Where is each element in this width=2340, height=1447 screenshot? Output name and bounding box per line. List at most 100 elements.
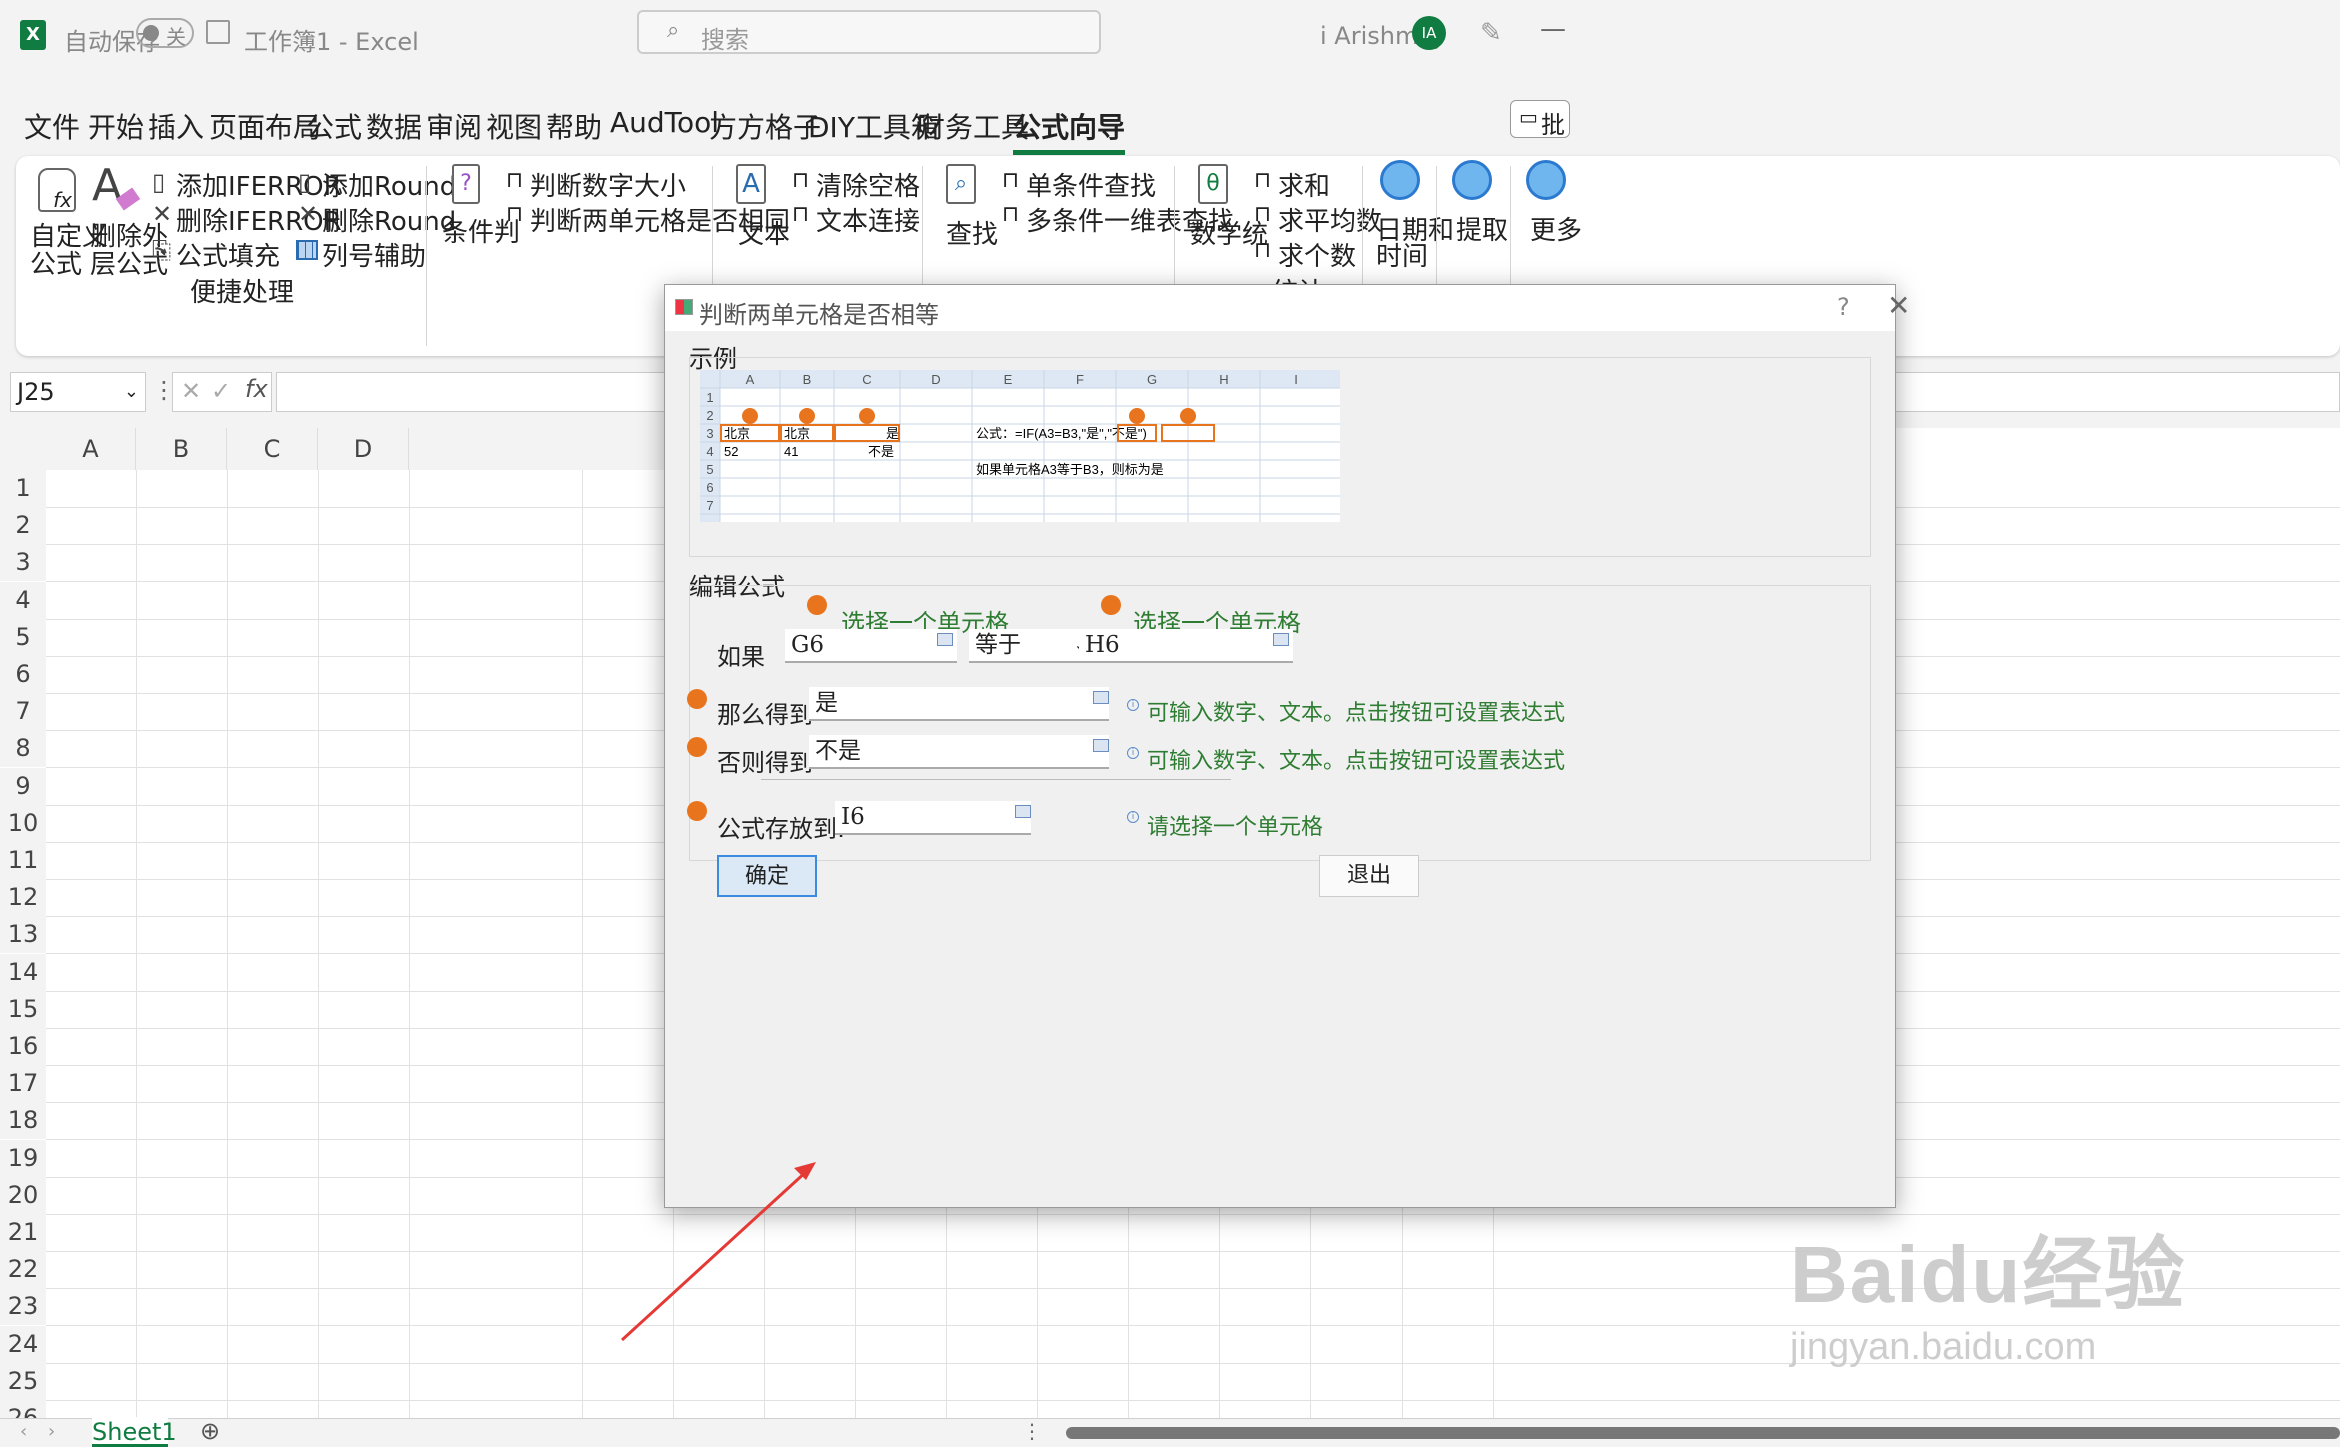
text-button[interactable]: 文本 [738,214,790,251]
compare-number-button[interactable]: 判断数字大小 [530,166,686,203]
pen-icon[interactable]: ✎ [1480,18,1502,48]
svg-text:1: 1 [706,390,713,405]
column-helper-button[interactable]: 列号辅助 [322,236,426,273]
cell2-field[interactable]: H6 [1079,629,1293,663]
cancel-icon[interactable]: ✕ [181,377,201,405]
scroll-left-icon[interactable]: ‹ [20,1421,27,1442]
row-header[interactable]: 19 [0,1139,46,1177]
help-button[interactable]: ? [1837,293,1850,321]
extract-button[interactable]: 提取 [1456,210,1508,247]
else-field[interactable]: 不是 [809,735,1109,769]
column-header-c[interactable]: C [227,428,318,470]
condition-icon: ? [452,164,480,204]
cell1-field[interactable]: G6 [785,629,957,663]
search-box[interactable]: ⌕ 搜索 [637,10,1101,54]
fill-formula-button[interactable]: 公式填充 [176,236,280,273]
then-field[interactable]: 是 [809,687,1109,721]
row-header[interactable]: 25 [0,1362,46,1400]
tab-view[interactable]: 视图 [486,106,542,146]
row-header[interactable]: 13 [0,916,46,954]
tab-formula-wizard[interactable]: 公式向导 [1013,106,1126,155]
row-header[interactable]: 7 [0,693,46,731]
row-header[interactable]: 18 [0,1102,46,1140]
count-button[interactable]: 求个数 [1278,236,1356,273]
ex-col: C [862,372,871,387]
name-box[interactable]: J25 ⌄ [10,372,146,412]
custom-formula-button-line2[interactable]: 公式 [30,244,82,281]
row-header[interactable]: 16 [0,1028,46,1065]
column-header-b[interactable]: B [136,428,227,470]
scroll-right-icon[interactable]: › [48,1421,55,1442]
row-header[interactable]: 22 [0,1251,46,1289]
minimize-icon[interactable]: — [1540,14,1566,44]
tab-formulas[interactable]: 公式 [306,106,362,146]
single-lookup-button[interactable]: 单条件查找 [1026,166,1156,203]
more-button[interactable]: 更多 [1530,210,1582,247]
date-time-button-line2[interactable]: 时间 [1376,236,1428,273]
tab-home[interactable]: 开始 [88,106,144,146]
ex-c4: 不是 [868,444,894,459]
cell-picker-icon[interactable] [1273,633,1289,646]
save-icon[interactable] [206,20,230,44]
sheet-tab[interactable]: Sheet1 [92,1417,177,1447]
row-header[interactable]: 11 [0,842,46,879]
add-round-button[interactable]: 添加Round [322,166,456,203]
tab-page-layout[interactable]: 页面布局 [209,106,321,146]
row-header[interactable]: 10 [0,804,46,842]
tab-help[interactable]: 帮助 [546,106,602,146]
row-header[interactable]: 4 [0,581,46,619]
row-header[interactable]: 15 [0,990,46,1028]
else-label: 否则得到 [717,749,813,777]
add-iferror-button[interactable]: 添加IFERROR [176,166,342,203]
row-header[interactable]: 20 [0,1176,46,1214]
find-icon: ⌕ [946,164,976,204]
enter-icon[interactable]: ✓ [211,377,231,405]
exit-button[interactable]: 退出 [1319,855,1419,897]
row-header[interactable]: 24 [0,1325,46,1363]
tab-fangfang[interactable]: 方方格子 [709,106,821,146]
operator-select[interactable]: 等于⌄ [969,629,1093,663]
cell-picker-icon[interactable] [1015,805,1031,818]
comment-button[interactable]: ▭ 批注 [1510,100,1570,138]
row-header[interactable]: 8 [0,730,46,768]
fx-icon[interactable]: fx [245,375,268,403]
delete-round-button[interactable]: 删除Round [322,201,456,238]
row-header[interactable]: 2 [0,507,46,545]
cell-picker-icon[interactable] [937,633,953,646]
expression-button-icon[interactable] [1093,739,1109,752]
row-header[interactable]: 17 [0,1065,46,1103]
more-dots-icon[interactable]: ⋮ [1022,1419,1042,1443]
row-header[interactable]: 23 [0,1288,46,1326]
text-join-button[interactable]: 文本连接 [816,201,920,238]
store-field[interactable]: I6 [835,801,1031,835]
clear-spaces-button[interactable]: 清除空格 [816,166,920,203]
find-button[interactable]: 查找 [946,214,998,251]
horizontal-scrollbar[interactable] [1066,1427,2340,1439]
tab-data[interactable]: 数据 [366,106,422,146]
row-header[interactable]: 12 [0,879,46,917]
autosave-toggle[interactable]: 关 [136,18,194,49]
select-all-corner[interactable] [0,428,46,470]
close-icon[interactable]: ✕ [1887,289,1910,322]
row-header[interactable]: 6 [0,656,46,693]
column-header-d[interactable]: D [318,428,409,470]
sum-button[interactable]: 求和 [1278,166,1330,203]
average-button[interactable]: 求平均数 [1278,201,1382,238]
avatar[interactable]: IA [1412,16,1446,50]
ok-button[interactable]: 确定 [717,855,817,897]
tab-insert[interactable]: 插入 [148,106,204,146]
tab-file[interactable]: 文件 [24,106,80,146]
row-header[interactable]: 1 [0,470,46,507]
row-header[interactable]: 21 [0,1214,46,1251]
svg-text:6: 6 [706,480,713,495]
tab-audtool[interactable]: AudTool [610,106,719,139]
row-header[interactable]: 5 [0,618,46,656]
tab-review[interactable]: 审阅 [426,106,482,146]
row-header[interactable]: 3 [0,544,46,582]
column-header-a[interactable]: A [46,428,136,470]
row-header[interactable]: 14 [0,953,46,991]
add-sheet-icon[interactable]: ⊕ [200,1417,220,1445]
if-label: 如果 [717,643,765,671]
row-header[interactable]: 9 [0,767,46,805]
expression-button-icon[interactable] [1093,691,1109,704]
